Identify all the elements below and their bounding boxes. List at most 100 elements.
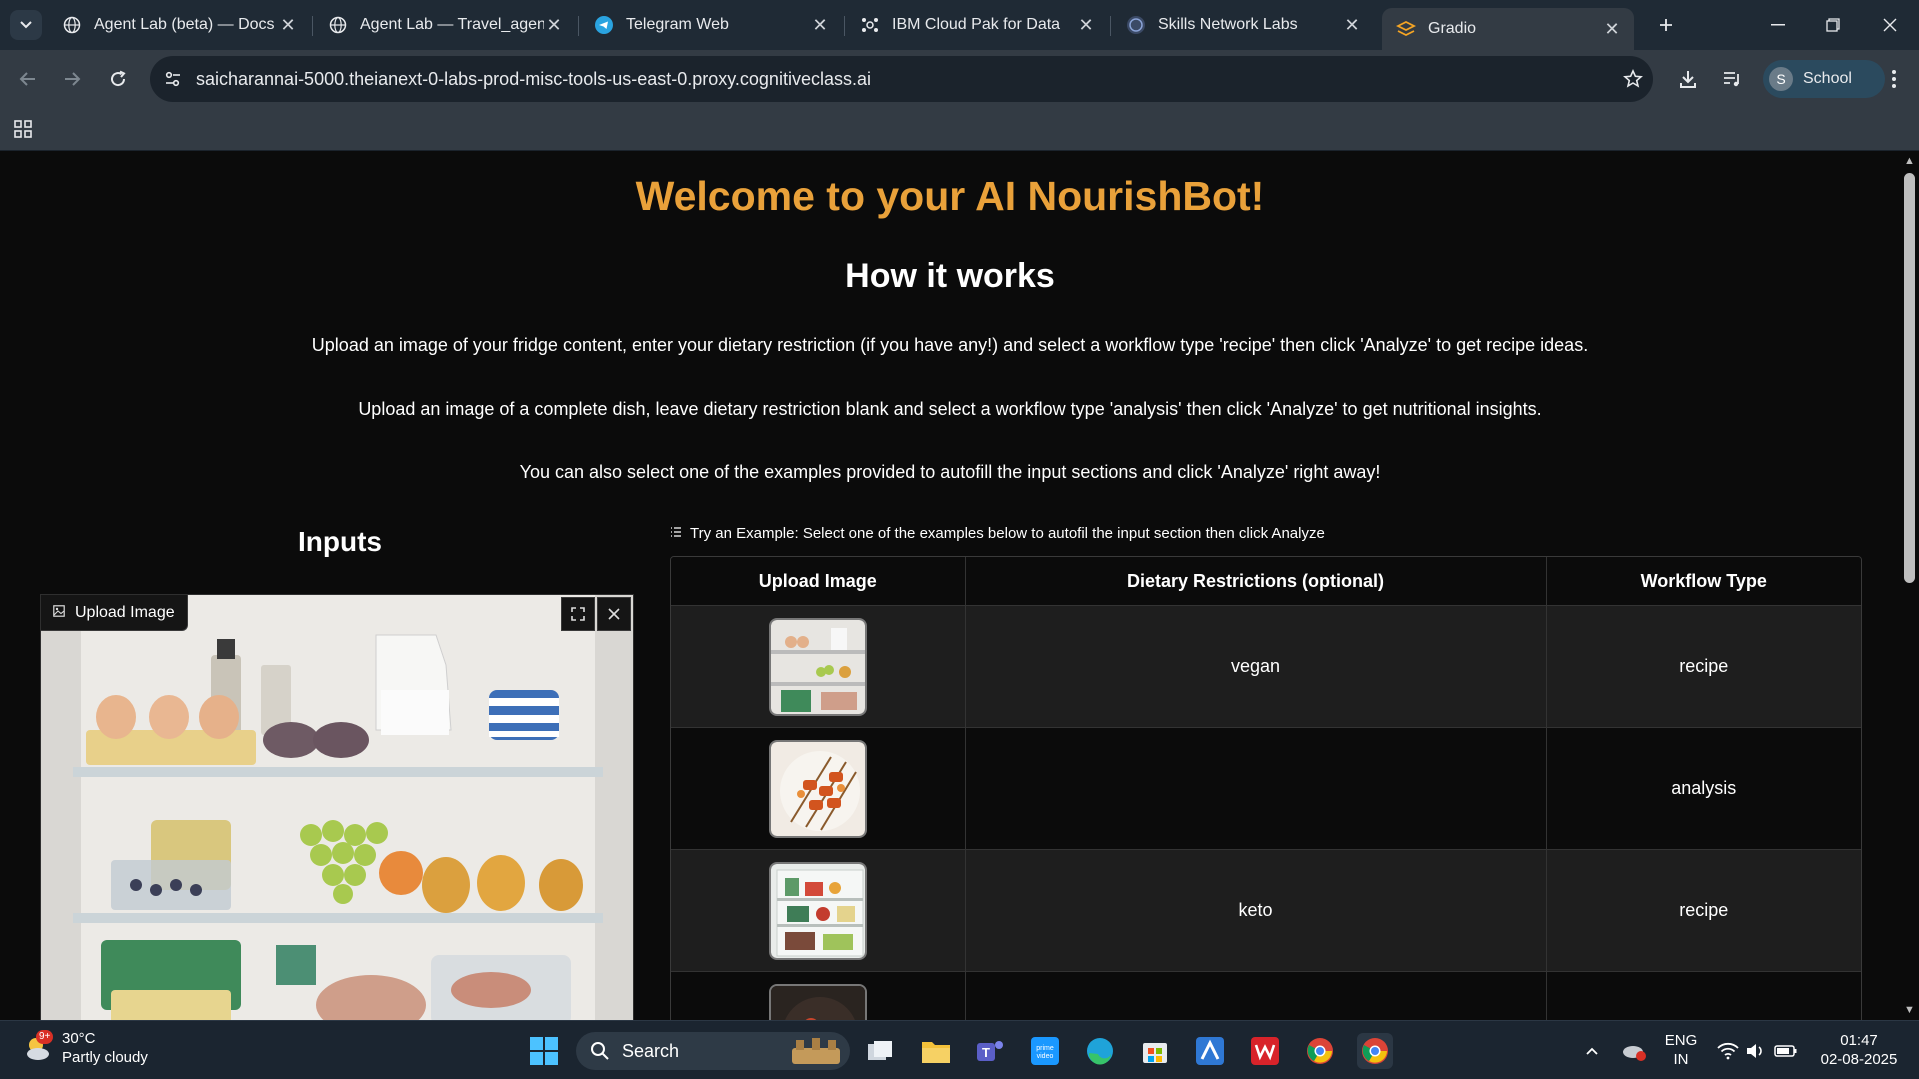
example-thumbnail: [768, 739, 867, 838]
queue-music-icon: [1724, 72, 1739, 87]
tab-skills-network[interactable]: Skills Network Labs ✕: [1112, 8, 1374, 42]
inputs-heading: Inputs: [298, 526, 382, 557]
workflow-cell: [1545, 972, 1861, 1020]
search-highlight-icon: [792, 1038, 840, 1064]
upload-image-label: Upload Image: [41, 595, 188, 631]
column-header: Dietary Restrictions (optional): [964, 557, 1546, 605]
browser-menu-button[interactable]: [1878, 63, 1910, 95]
forward-button[interactable]: [56, 63, 88, 95]
minimize-button[interactable]: [1756, 8, 1800, 42]
example-image-cell: [671, 728, 965, 849]
column-header: Workflow Type: [1545, 557, 1861, 605]
downloads-button[interactable]: [1672, 63, 1704, 95]
close-window-button[interactable]: [1868, 8, 1912, 42]
site-info-icon[interactable]: [150, 71, 196, 87]
fullscreen-button[interactable]: [561, 597, 595, 631]
example-thumbnail: [768, 983, 867, 1020]
scrollbar-thumb[interactable]: [1904, 173, 1915, 583]
workflow-cell: recipe: [1545, 606, 1861, 727]
restore-button[interactable]: [1811, 8, 1855, 42]
address-bar[interactable]: saicharannai-5000.theianext-0-labs-prod-…: [150, 56, 1653, 102]
minimize-icon: [1771, 24, 1785, 26]
media-controls-button[interactable]: [1716, 63, 1748, 95]
reload-button[interactable]: [102, 63, 134, 95]
instruction-paragraph: You can also select one of the examples …: [519, 462, 1381, 482]
close-tab-icon[interactable]: ✕: [810, 15, 830, 35]
tab-telegram[interactable]: Telegram Web ✕: [580, 8, 842, 42]
new-tab-button[interactable]: [1644, 8, 1688, 42]
page-scrollbar[interactable]: ▲ ▼: [1900, 151, 1919, 1020]
writing-app-icon[interactable]: [1192, 1033, 1228, 1069]
close-tab-icon[interactable]: ✕: [544, 15, 564, 35]
prime-video-icon[interactable]: prime video: [1027, 1033, 1063, 1069]
chevron-down-icon: [20, 21, 32, 29]
profile-label: School: [1803, 70, 1852, 87]
dietary-cell: [964, 728, 1546, 849]
battery-icon[interactable]: [1768, 1033, 1804, 1069]
example-row[interactable]: analysis: [671, 727, 1861, 849]
bookmark-star-icon[interactable]: [1613, 69, 1653, 89]
tab-ibm-cloud-pak[interactable]: IBM Cloud Pak for Data ✕: [846, 8, 1108, 42]
example-row[interactable]: [671, 971, 1861, 1020]
microsoft-store-icon[interactable]: [1137, 1033, 1173, 1069]
bookmarks-bar: [0, 108, 1919, 151]
teams-icon[interactable]: T: [972, 1033, 1008, 1069]
windows-logo-icon: [530, 1037, 558, 1065]
language-indicator[interactable]: ENG IN: [1664, 1031, 1698, 1069]
chrome-icon[interactable]: [1302, 1033, 1338, 1069]
clear-image-button[interactable]: [597, 597, 631, 631]
close-tab-icon[interactable]: ✕: [1342, 15, 1362, 35]
example-row[interactable]: vegan recipe: [671, 605, 1861, 727]
close-tab-icon[interactable]: ✕: [1076, 15, 1096, 35]
close-tab-icon[interactable]: ✕: [1602, 19, 1622, 39]
restore-icon: [1826, 18, 1840, 32]
tab-agent-lab-travel[interactable]: Agent Lab — Travel_agent ✕: [314, 8, 576, 42]
weather-widget[interactable]: 9+ 30°C Partly cloudy: [22, 1029, 148, 1067]
wps-office-icon[interactable]: [1247, 1033, 1283, 1069]
search-icon: [591, 1042, 609, 1060]
tab-title: Telegram Web: [626, 16, 729, 33]
reload-icon: [111, 70, 126, 87]
clock-time: 01:47: [1840, 1032, 1878, 1049]
start-button[interactable]: [526, 1033, 562, 1069]
language-code: ENG: [1664, 1032, 1698, 1049]
arrow-right-icon: [65, 72, 81, 86]
dietary-cell: [964, 972, 1546, 1020]
scroll-up-arrow-icon[interactable]: ▲: [1904, 155, 1915, 167]
globe-icon: [328, 15, 348, 35]
instruction-paragraph: Upload an image of your fridge content, …: [311, 335, 1589, 355]
upload-image-dropzone[interactable]: Upload Image: [40, 594, 634, 1020]
url-text: saicharannai-5000.theianext-0-labs-prod-…: [196, 68, 871, 89]
weather-desc: Partly cloudy: [62, 1049, 148, 1066]
clock-date: 02-08-2025: [1820, 1051, 1898, 1068]
profile-button[interactable]: S School: [1763, 60, 1885, 98]
close-tab-icon[interactable]: ✕: [278, 15, 298, 35]
chrome-profile-icon[interactable]: [1357, 1033, 1393, 1069]
task-view-icon[interactable]: [862, 1033, 898, 1069]
edge-icon[interactable]: [1082, 1033, 1118, 1069]
file-explorer-icon[interactable]: [918, 1033, 954, 1069]
close-icon: [608, 608, 620, 620]
example-image-cell: [671, 972, 965, 1020]
tab-title: Skills Network Labs: [1158, 16, 1298, 33]
weather-temp: 30°C: [62, 1030, 96, 1047]
back-button[interactable]: [12, 63, 44, 95]
example-row[interactable]: keto recipe: [671, 849, 1861, 971]
dietary-cell: keto: [964, 850, 1546, 971]
close-icon: [1883, 18, 1897, 32]
ibm-icon: [860, 15, 880, 35]
show-hidden-icons-icon[interactable]: [1574, 1033, 1610, 1069]
scroll-down-arrow-icon[interactable]: ▼: [1904, 1004, 1915, 1016]
tab-title: IBM Cloud Pak for Data: [892, 16, 1061, 33]
skills-network-icon: [1126, 15, 1146, 35]
browser-tab-strip: Agent Lab (beta) — Docs | ✕ Agent Lab — …: [0, 0, 1919, 50]
tab-search-button[interactable]: [10, 10, 42, 40]
tab-gradio[interactable]: Gradio ✕: [1382, 8, 1634, 50]
weather-icon: 9+: [22, 1030, 54, 1064]
workflow-cell: recipe: [1545, 850, 1861, 971]
taskbar-search[interactable]: Search: [576, 1032, 850, 1070]
onedrive-icon[interactable]: [1616, 1033, 1652, 1069]
tab-agent-lab-docs[interactable]: Agent Lab (beta) — Docs | ✕: [48, 8, 310, 42]
clock[interactable]: 01:47 02-08-2025: [1812, 1031, 1906, 1069]
apps-grid-icon[interactable]: [12, 118, 34, 140]
